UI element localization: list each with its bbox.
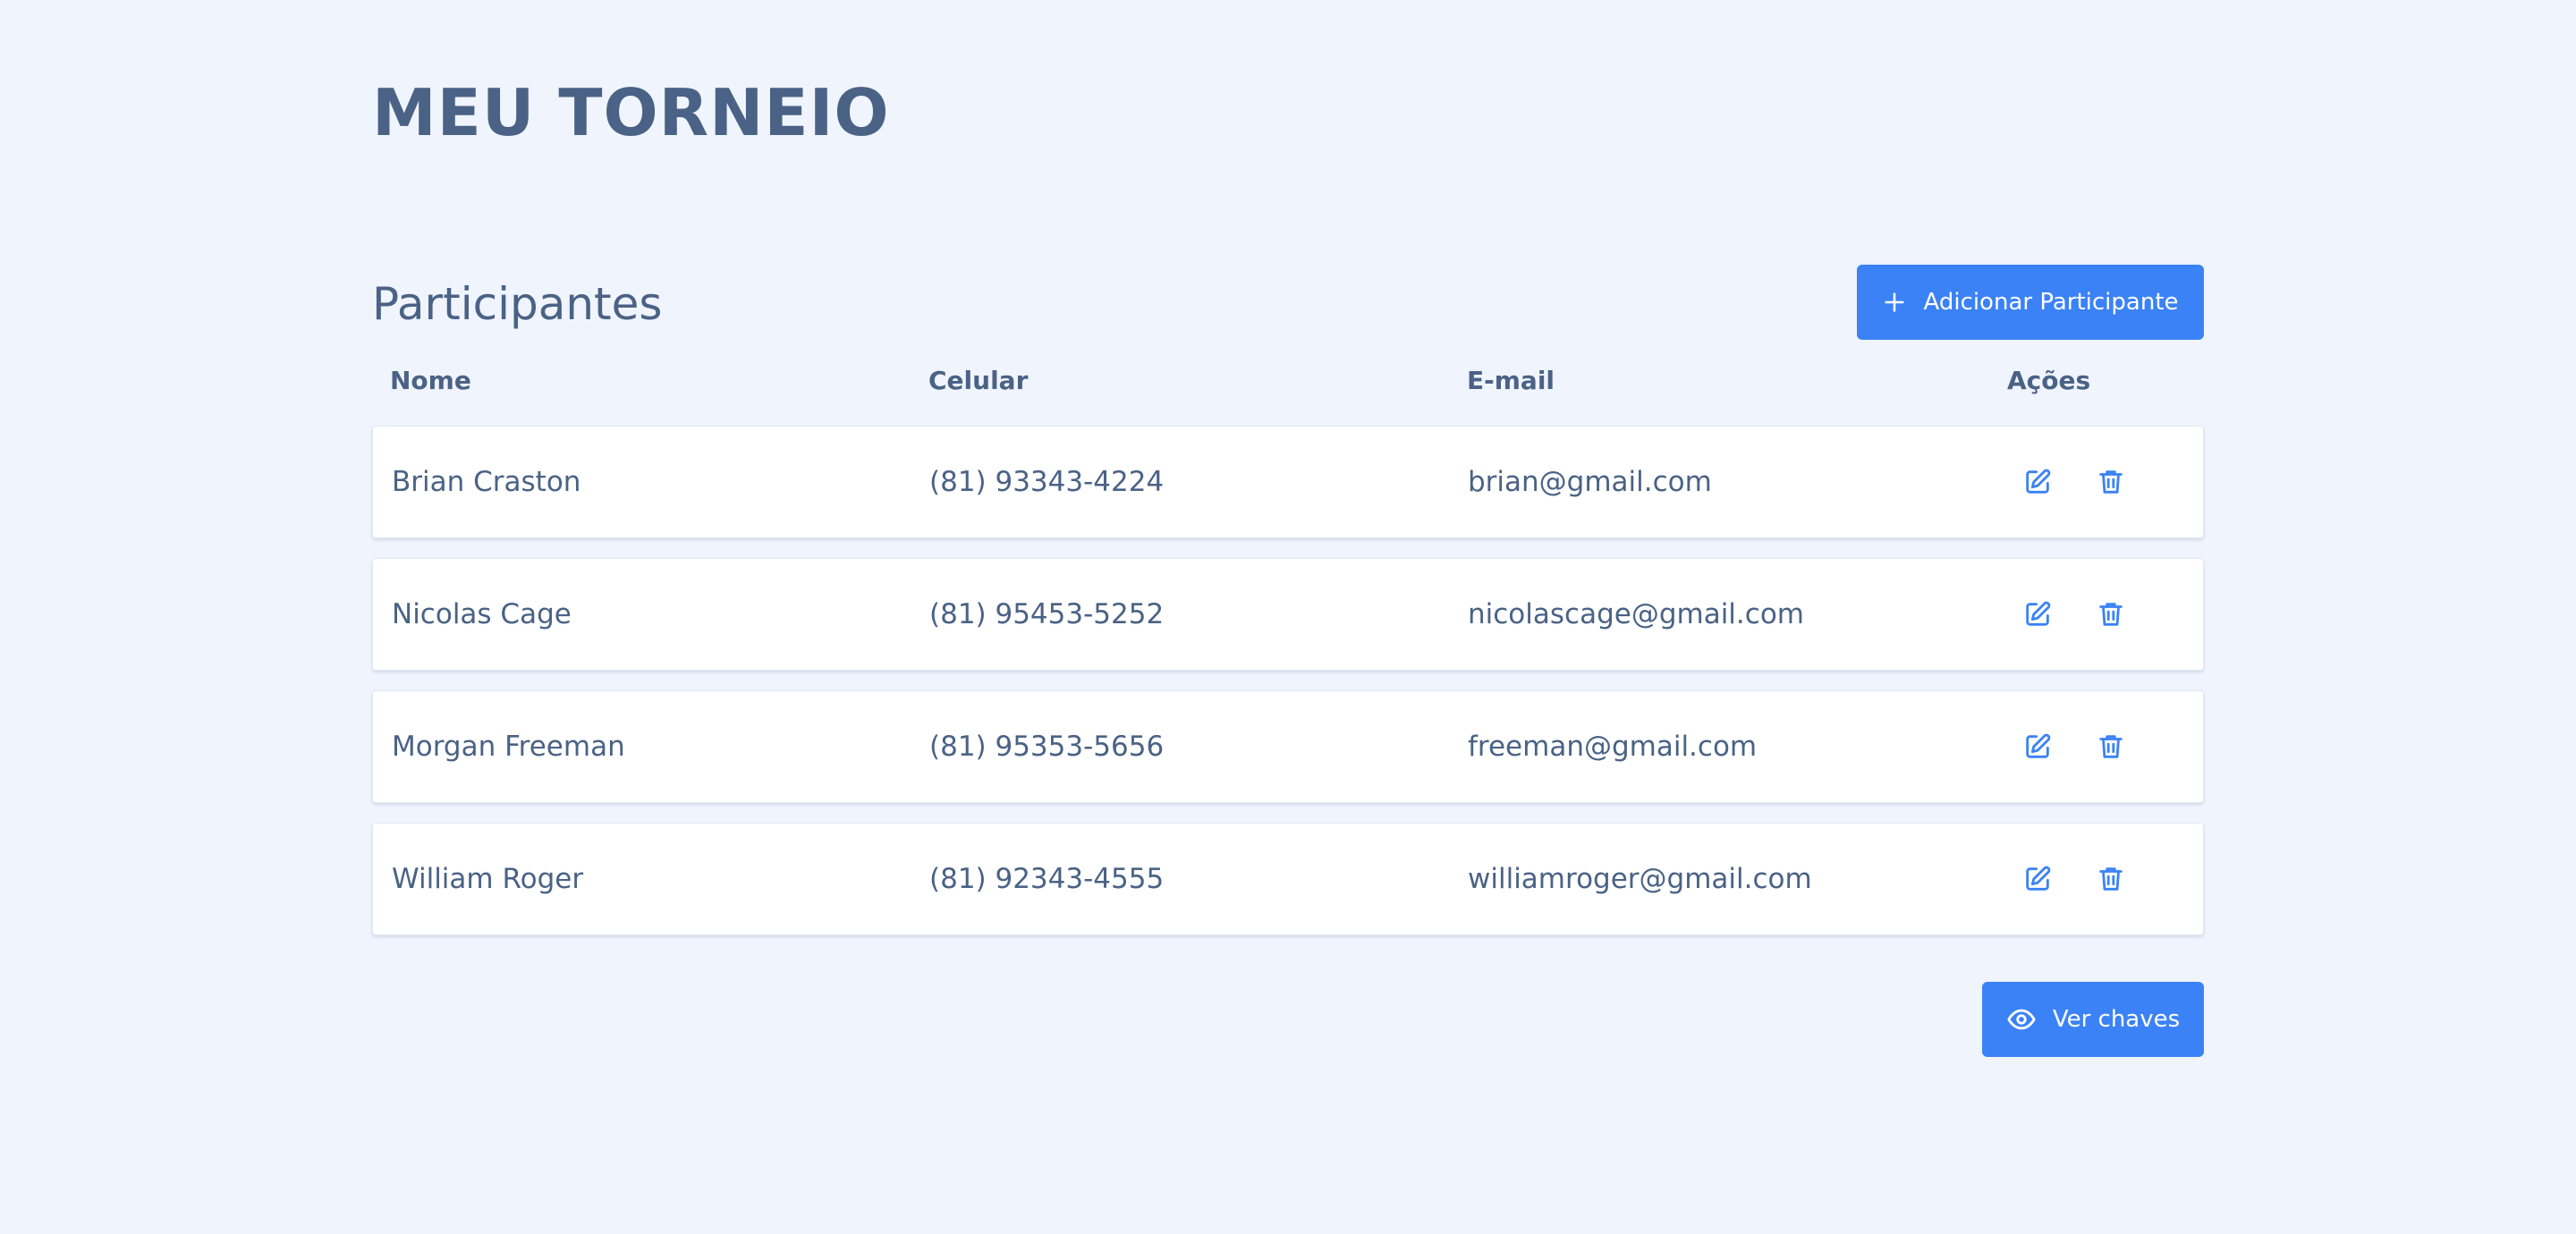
add-participant-label: Adicionar Participante — [1923, 289, 2179, 316]
trash-icon[interactable] — [2094, 465, 2128, 499]
participant-phone: (81) 93343-4224 — [929, 466, 1165, 498]
participant-email: brian@gmail.com — [1468, 466, 1712, 498]
table-row: William Roger (81) 92343-4555 williamrog… — [372, 823, 2204, 935]
column-header-actions: Ações — [2007, 366, 2091, 395]
column-header-name: Nome — [390, 366, 471, 395]
participant-phone: (81) 95453-5252 — [929, 598, 1165, 630]
participant-name: Morgan Freeman — [392, 731, 625, 763]
view-keys-label: Ver chaves — [2052, 1006, 2181, 1033]
section-title: Participantes — [372, 278, 663, 330]
plus-icon — [1882, 290, 1907, 315]
participant-phone: (81) 95353-5656 — [929, 731, 1165, 763]
participants-header: Participantes Adicionar Participante — [372, 265, 2204, 340]
trash-icon[interactable] — [2094, 597, 2128, 631]
table-row: Brian Craston (81) 93343-4224 brian@gmai… — [372, 426, 2204, 538]
participant-email: nicolascage@gmail.com — [1468, 598, 1804, 630]
page-title: MEU TORNEIO — [372, 75, 890, 150]
participant-email: freeman@gmail.com — [1468, 731, 1758, 763]
participant-email: williamroger@gmail.com — [1468, 863, 1812, 895]
eye-icon — [2006, 1004, 2037, 1035]
trash-icon[interactable] — [2094, 730, 2128, 764]
column-header-email: E-mail — [1467, 366, 1555, 395]
participant-phone: (81) 92343-4555 — [929, 863, 1165, 895]
participant-name: Brian Craston — [392, 466, 581, 498]
trash-icon[interactable] — [2094, 862, 2128, 896]
column-header-phone: Celular — [928, 366, 1029, 395]
table-header: Nome Celular E-mail Ações — [372, 363, 2204, 399]
add-participant-button[interactable]: Adicionar Participante — [1857, 265, 2204, 340]
table-row: Nicolas Cage (81) 95453-5252 nicolascage… — [372, 558, 2204, 671]
edit-icon[interactable] — [2021, 597, 2055, 631]
participant-name: William Roger — [392, 863, 584, 895]
view-keys-button[interactable]: Ver chaves — [1982, 982, 2204, 1057]
table-row: Morgan Freeman (81) 95353-5656 freeman@g… — [372, 690, 2204, 803]
participant-name: Nicolas Cage — [392, 598, 572, 630]
edit-icon[interactable] — [2021, 465, 2055, 499]
edit-icon[interactable] — [2021, 730, 2055, 764]
edit-icon[interactable] — [2021, 862, 2055, 896]
